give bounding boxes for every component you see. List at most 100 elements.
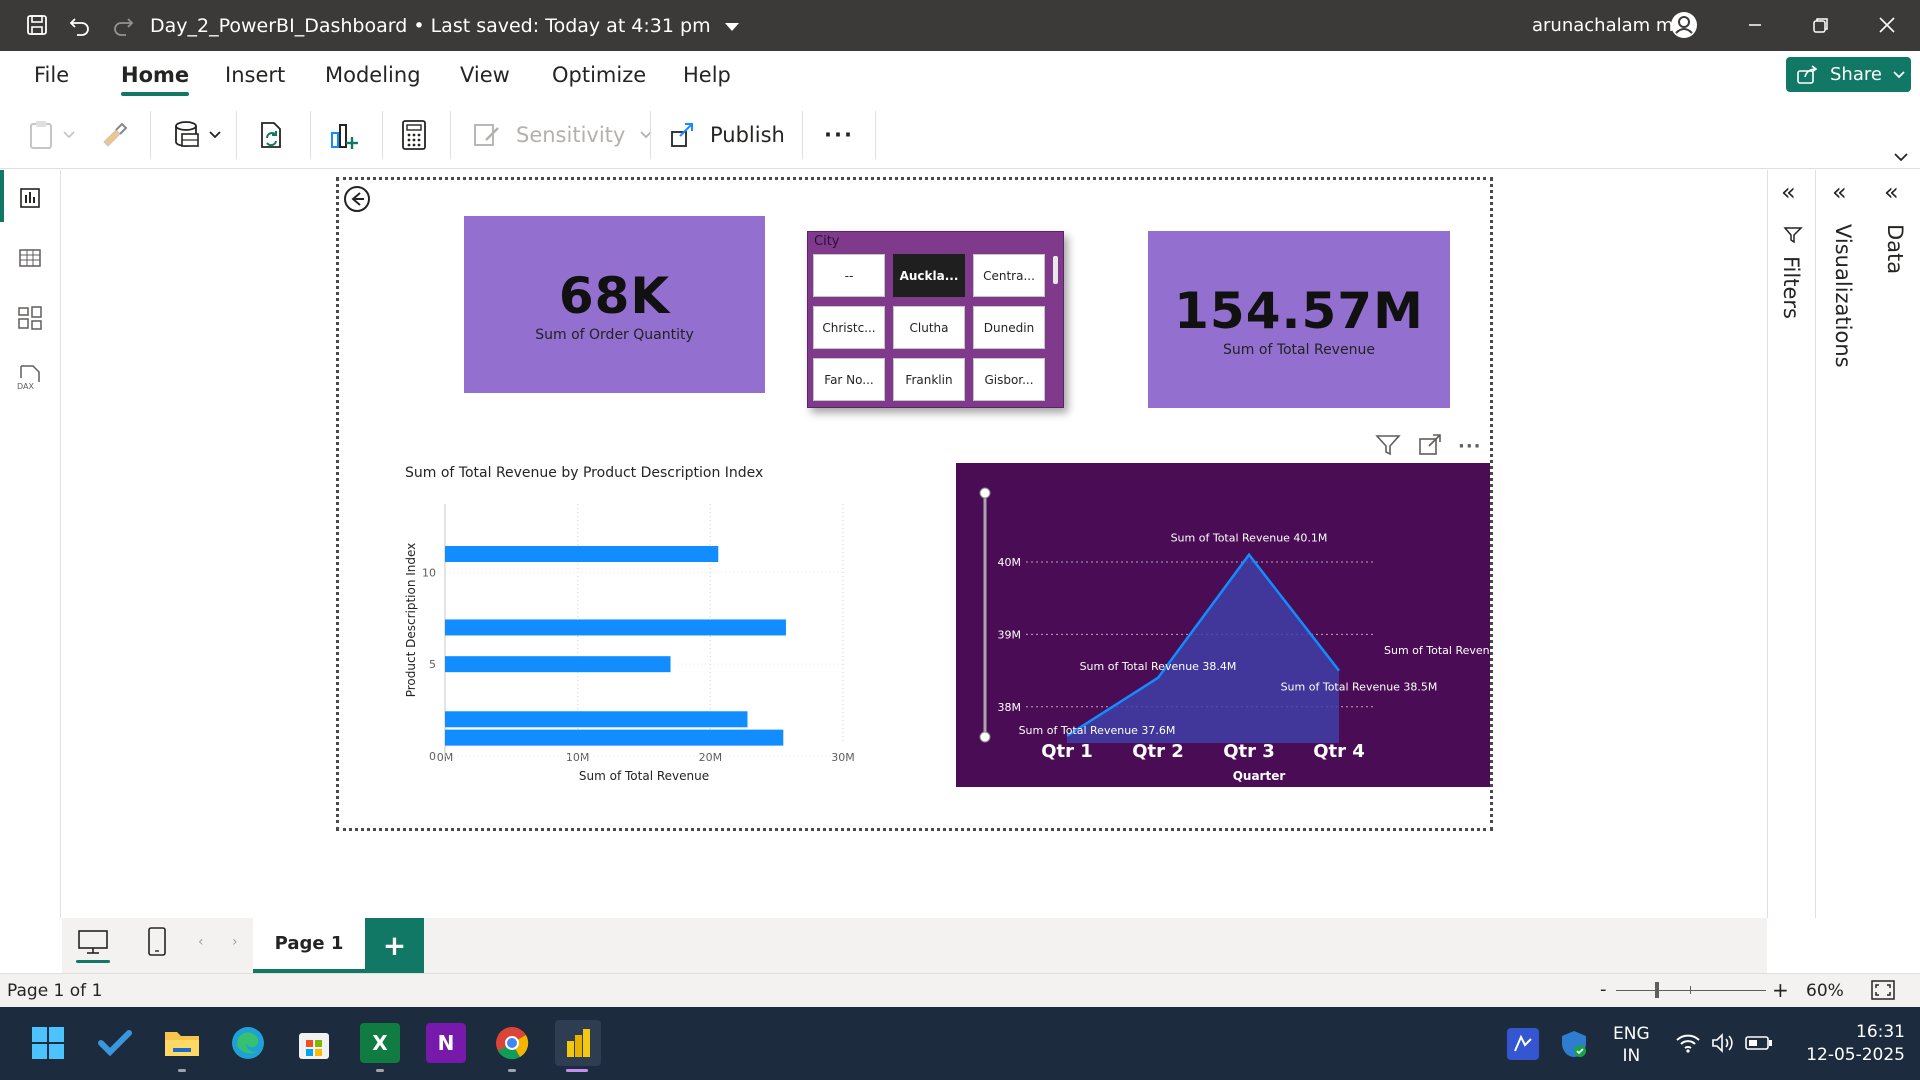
prev-page-icon[interactable]: ‹ [198, 934, 204, 950]
fit-to-page-icon[interactable] [1870, 979, 1896, 1006]
slicer-item[interactable]: Dunedin [973, 306, 1045, 349]
chrome-icon[interactable] [492, 1023, 532, 1063]
avatar-icon[interactable] [1669, 10, 1699, 40]
toolbar-divider [875, 111, 876, 159]
running-indicator [508, 1069, 516, 1072]
slicer-scrollbar[interactable] [1053, 256, 1058, 284]
slicer-item[interactable]: Gisbor... [973, 358, 1045, 401]
slicer-item[interactable]: Clutha [893, 306, 965, 349]
desktop-layout-icon[interactable] [76, 928, 110, 963]
toolbar-divider [802, 111, 803, 159]
volume-icon[interactable] [1710, 1032, 1734, 1058]
kpi-card-total-revenue[interactable]: 154.57M Sum of Total Revenue [1148, 231, 1450, 408]
kpi-value: 154.57M [1174, 281, 1424, 340]
collapse-ribbon-icon[interactable] [1893, 148, 1909, 167]
battery-icon[interactable] [1745, 1035, 1773, 1055]
zoom-out-button[interactable]: - [1600, 979, 1607, 1000]
windows-taskbar: X N ENG IN 16:31 12-05-2025 [0, 1007, 1920, 1080]
range-slider-handle [979, 731, 991, 743]
expand-chevron-icon[interactable]: « [1884, 178, 1899, 206]
back-arrow-icon[interactable] [342, 184, 372, 218]
get-data-button[interactable] [172, 117, 224, 153]
visualizations-pane[interactable]: « Visualizations [1815, 170, 1870, 918]
user-name[interactable]: arunachalam m [1532, 15, 1673, 36]
share-icon [1797, 64, 1818, 84]
tab-file[interactable]: File [34, 63, 69, 87]
kpi-label: Sum of Total Revenue [1223, 341, 1375, 358]
area-chart-revenue-by-quarter[interactable]: 38M 39M 40M Sum of Total Revenue 37.6M Sum o… [956, 463, 1490, 787]
y-tick-label: 5 [429, 658, 436, 671]
store-app-icon[interactable] [294, 1023, 334, 1063]
onenote-icon[interactable]: N [426, 1023, 466, 1063]
data-label: Sum of Total Revenue 37.6M [1019, 724, 1176, 737]
tab-insert[interactable]: Insert [225, 63, 285, 87]
tab-view[interactable]: View [460, 63, 510, 87]
edge-browser-icon[interactable] [228, 1023, 268, 1063]
wifi-icon[interactable] [1675, 1032, 1701, 1058]
add-page-button[interactable]: + [365, 918, 424, 973]
slicer-item[interactable]: -- [813, 254, 885, 297]
slicer-item[interactable]: Far No... [813, 358, 885, 401]
language-indicator[interactable]: ENG IN [1613, 1023, 1650, 1067]
sensitivity-button[interactable]: Sensitivity [472, 117, 653, 153]
save-icon[interactable] [22, 10, 52, 40]
clock[interactable]: 16:31 12-05-2025 [1795, 1021, 1905, 1067]
calculator-button[interactable] [399, 117, 429, 153]
kpi-value: 68K [558, 266, 671, 325]
format-painter-button[interactable] [98, 117, 128, 153]
slicer-item-selected[interactable]: Auckla... [893, 254, 965, 297]
redo-icon[interactable] [108, 10, 138, 40]
expand-chevron-icon[interactable]: « [1781, 178, 1796, 206]
city-slicer[interactable]: City -- Auckla... Centra... Christc... C… [807, 231, 1064, 408]
kpi-card-order-quantity[interactable]: 68K Sum of Order Quantity [464, 216, 765, 393]
more-options-icon[interactable]: ··· [1458, 436, 1482, 457]
tab-help[interactable]: Help [683, 63, 731, 87]
new-visual-button[interactable] [328, 117, 360, 153]
data-pane[interactable]: « Data [1870, 170, 1920, 918]
zoom-slider[interactable] [1616, 990, 1766, 991]
todo-app-icon[interactable] [95, 1023, 135, 1063]
mobile-layout-icon[interactable] [146, 926, 168, 962]
data-label: Sum of Total Revenue 38.5M [1281, 681, 1438, 694]
slicer-item[interactable]: Christc... [813, 306, 885, 349]
restore-icon[interactable] [1806, 10, 1836, 40]
model-view-icon[interactable] [14, 302, 46, 334]
table-view-icon[interactable] [14, 242, 46, 274]
publish-button[interactable]: Publish [668, 117, 785, 153]
refresh-button[interactable] [256, 117, 288, 153]
excel-icon[interactable]: X [360, 1023, 400, 1063]
database-icon [175, 121, 221, 147]
tab-modeling[interactable]: Modeling [325, 63, 421, 87]
undo-icon[interactable] [65, 10, 95, 40]
slicer-item[interactable]: Centra... [973, 254, 1045, 297]
close-icon[interactable] [1872, 10, 1902, 40]
bar-chart-revenue-by-product[interactable]: Sum of Total Revenue by Product Descript… [400, 458, 870, 788]
tab-optimize[interactable]: Optimize [552, 63, 646, 87]
svg-text:DAX: DAX [17, 382, 34, 391]
paste-button[interactable] [28, 117, 76, 153]
filter-icon[interactable] [1375, 433, 1401, 461]
windows-start-icon[interactable] [28, 1023, 68, 1063]
report-view-icon[interactable] [14, 182, 46, 214]
dax-query-view-icon[interactable]: DAX [14, 362, 46, 394]
side-panes: « Filters « Visualizations « Data [1767, 170, 1920, 918]
focus-mode-icon[interactable] [1417, 433, 1443, 461]
share-button[interactable]: Share [1786, 57, 1911, 92]
zoom-in-button[interactable]: + [1772, 978, 1789, 1002]
zoom-level[interactable]: 60% [1806, 981, 1844, 1001]
more-options-button[interactable]: ··· [824, 117, 854, 153]
filters-pane[interactable]: « Filters [1767, 170, 1815, 918]
file-explorer-icon[interactable] [162, 1023, 202, 1063]
zoom-slider-thumb[interactable] [1655, 982, 1659, 998]
power-bi-icon[interactable] [555, 1020, 601, 1066]
document-title[interactable]: Day_2_PowerBI_Dashboard • Last saved: To… [150, 15, 739, 37]
defender-shield-icon[interactable] [1560, 1029, 1588, 1063]
sensitivity-icon [474, 124, 499, 146]
next-page-icon[interactable]: › [232, 934, 238, 950]
expand-chevron-icon[interactable]: « [1832, 178, 1847, 206]
minimize-icon[interactable] [1740, 10, 1770, 40]
slicer-item[interactable]: Franklin [893, 358, 965, 401]
tab-home[interactable]: Home [121, 63, 190, 96]
tray-app-icon[interactable] [1507, 1028, 1539, 1060]
tab-page-1[interactable]: Page 1 [253, 918, 365, 973]
